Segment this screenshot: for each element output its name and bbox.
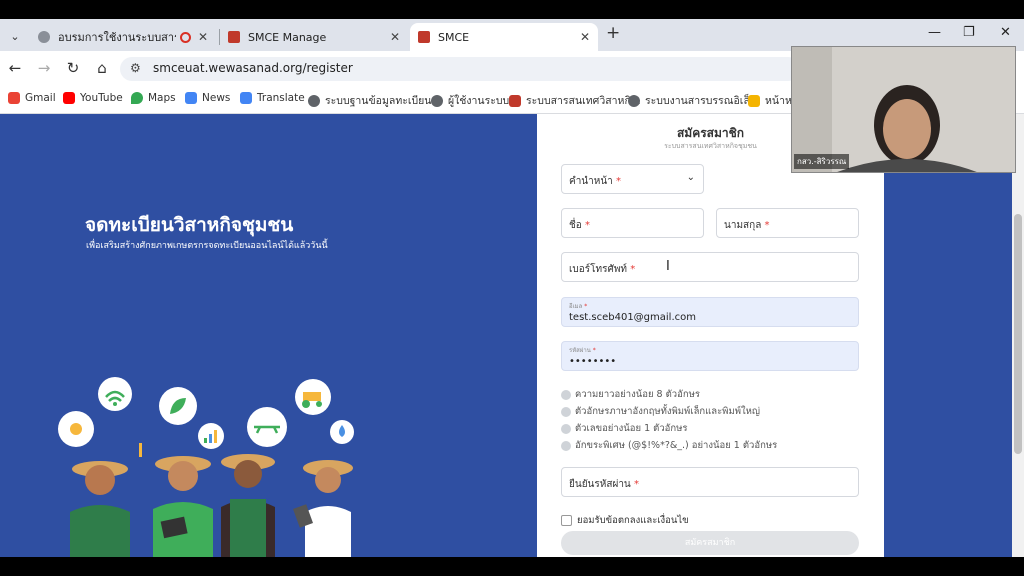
phone-label: เบอร์โทรศัพท์ *: [569, 264, 636, 275]
bookmark-label: Maps: [148, 92, 176, 104]
confirm-password-field[interactable]: ยืนยันรหัสผ่าน *: [561, 467, 859, 497]
bookmark-translate[interactable]: Translate: [240, 92, 305, 104]
tab-title: SMCE Manage: [248, 30, 327, 44]
smce-icon: [418, 31, 430, 43]
email-label: อีเมล *: [569, 303, 588, 310]
checkbox-icon[interactable]: [561, 515, 572, 526]
firstname-field[interactable]: ชื่อ *: [561, 208, 704, 238]
forward-button[interactable]: →: [35, 59, 53, 77]
page-scrollbar[interactable]: [1012, 114, 1024, 557]
web-page: จดทะเบียนวิสาหกิจชุมชน เพื่อเสริมสร้างศั…: [0, 114, 1024, 557]
lastname-label: นามสกุล *: [724, 220, 770, 231]
firstname-label: ชื่อ *: [569, 220, 590, 231]
check-circle-icon: [561, 406, 571, 417]
tab-close-icon[interactable]: ✕: [198, 30, 208, 44]
tab-title: SMCE: [438, 30, 470, 44]
video-call-overlay[interactable]: กสว.-สิริวรรณ: [791, 46, 1016, 173]
smce-icon: [509, 94, 521, 107]
new-tab-button[interactable]: +: [606, 23, 624, 43]
back-button[interactable]: ←: [6, 59, 24, 77]
bookmark-label: ผู้ใช้งานระบบ: [448, 95, 510, 107]
bookmark-smce[interactable]: ระบบสารสนเทศวิสาหกิ...: [509, 92, 641, 109]
check-circle-icon: [561, 440, 571, 451]
screen-top-bar: [0, 0, 1024, 19]
password-rule-digit: ตัวเลขอย่างน้อย 1 ตัวอักษร: [561, 421, 688, 436]
reload-button[interactable]: ↻: [64, 59, 82, 77]
password-label: รหัสผ่าน *: [569, 347, 596, 354]
smce-icon: [228, 31, 240, 43]
email-field[interactable]: อีเมล * test.sceb401@gmail.com: [561, 297, 859, 327]
prefix-select[interactable]: คำนำหน้า * ⌄: [561, 164, 704, 194]
bookmark-label: ระบบงานสารบรรณอิเล็...: [645, 95, 760, 107]
bookmark-gmail[interactable]: Gmail: [8, 92, 56, 104]
screen-bottom-bar: [0, 557, 1024, 576]
globe-icon: [431, 94, 443, 107]
minimize-button[interactable]: —: [928, 25, 941, 40]
lastname-field[interactable]: นามสกุล *: [716, 208, 859, 238]
register-form-panel: สมัครสมาชิก ระบบสารสนเทศวิสาหกิจชุมชน คำ…: [537, 114, 884, 557]
bookmark-label: ระบบสารสนเทศวิสาหกิ...: [526, 95, 641, 107]
bookmark-youtube[interactable]: YouTube: [63, 92, 123, 104]
scrollbar-thumb[interactable]: [1014, 214, 1022, 454]
bookmark-news[interactable]: News: [185, 92, 230, 104]
site-info-icon[interactable]: ⚙: [130, 61, 141, 75]
password-value[interactable]: ••••••••: [569, 356, 616, 367]
check-circle-icon: [561, 389, 571, 400]
bookmark-saraban[interactable]: ระบบงานสารบรรณอิเล็...: [628, 92, 760, 109]
confirm-password-label: ยืนยันรหัสผ่าน *: [569, 479, 639, 490]
youtube-icon: [63, 92, 75, 104]
email-value[interactable]: test.sceb401@gmail.com: [569, 312, 696, 323]
bookmark-label: YouTube: [80, 92, 123, 104]
tab-close-icon[interactable]: ✕: [580, 30, 590, 44]
address-bar[interactable]: ⚙ smceuat.wewasanad.org/register: [120, 57, 800, 81]
tab-training[interactable]: อบรมการใช้งานระบบสารสนเทศ… ✕: [30, 23, 216, 51]
maps-icon: [131, 92, 143, 104]
bookmark-users[interactable]: ผู้ใช้งานระบบ: [431, 92, 509, 109]
home-button[interactable]: ⌂: [93, 59, 111, 77]
bookmark-database[interactable]: ระบบฐานข้อมูลทะเบียน...: [308, 92, 441, 109]
recording-icon: [180, 31, 191, 43]
terms-checkbox[interactable]: ยอมรับข้อตกลงและเงื่อนไข: [561, 513, 689, 528]
terms-label: ยอมรับข้อตกลงและเงื่อนไข: [577, 515, 689, 526]
prefix-label: คำนำหน้า *: [569, 176, 621, 187]
bookmark-label: ระบบฐานข้อมูลทะเบียน...: [325, 95, 442, 107]
farmers-group: [70, 454, 353, 557]
password-rule-special: อักขระพิเศษ (@$!%*?&_.) อย่างน้อย 1 ตัวอ…: [561, 438, 777, 453]
window-close-button[interactable]: ✕: [1000, 25, 1011, 40]
globe-icon: [38, 31, 50, 43]
smce-icon: [748, 94, 760, 107]
tab-search-chevron-icon[interactable]: ⌄: [6, 27, 24, 45]
tab-smce-manage[interactable]: SMCE Manage ✕: [220, 23, 408, 51]
globe-icon: [628, 94, 640, 107]
news-icon: [185, 92, 197, 104]
translate-icon: [240, 92, 252, 104]
gmail-icon: [8, 92, 20, 104]
password-field[interactable]: รหัสผ่าน * ••••••••: [561, 341, 859, 371]
password-rule-case: ตัวอักษรภาษาอังกฤษทั้งพิมพ์เล็กและพิมพ์ใ…: [561, 404, 760, 419]
tab-title: อบรมการใช้งานระบบสารสนเทศ…: [58, 31, 176, 44]
phone-field[interactable]: เบอร์โทรศัพท์ *: [561, 252, 859, 282]
bookmark-label: News: [202, 92, 231, 104]
submit-button[interactable]: สมัครสมาชิก: [561, 531, 859, 555]
password-rule-length: ความยาวอย่างน้อย 8 ตัวอักษร: [561, 387, 700, 402]
chevron-down-icon: ⌄: [686, 172, 695, 183]
text-cursor-icon: I: [666, 259, 670, 274]
hero-panel: จดทะเบียนวิสาหกิจชุมชน เพื่อเสริมสร้างศั…: [0, 114, 537, 557]
url-text[interactable]: smceuat.wewasanad.org/register: [153, 61, 353, 75]
bookmark-label: Gmail: [25, 92, 56, 104]
farmers-illustration: [58, 377, 354, 557]
globe-icon: [308, 94, 320, 107]
participant-name: กสว.-สิริวรรณ: [794, 154, 850, 169]
tab-smce[interactable]: SMCE ✕: [410, 23, 598, 51]
weather-icons-group: [58, 377, 354, 457]
check-circle-icon: [561, 423, 571, 434]
restore-button[interactable]: ❐: [963, 25, 975, 40]
tab-close-icon[interactable]: ✕: [390, 30, 400, 44]
bookmark-label: Translate: [257, 92, 305, 104]
bookmark-maps[interactable]: Maps: [131, 92, 176, 104]
